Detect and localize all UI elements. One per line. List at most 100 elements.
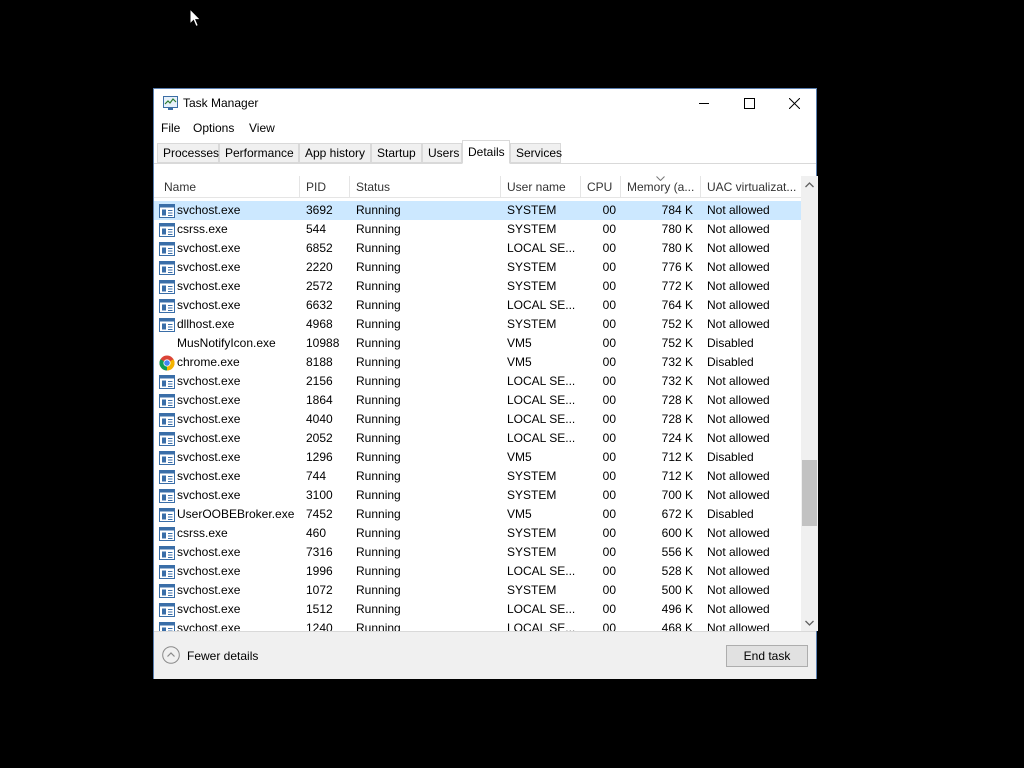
table-row[interactable]: dllhost.exe 4968 Running SYSTEM 00 752 K Not a… bbox=[154, 315, 801, 334]
process-memory: 728 K bbox=[661, 412, 693, 426]
process-status: Running bbox=[356, 336, 401, 350]
process-memory: 752 K bbox=[661, 336, 693, 350]
maximize-icon bbox=[743, 97, 755, 109]
process-pid: 3100 bbox=[306, 488, 333, 502]
process-name: svchost.exe bbox=[177, 621, 241, 631]
process-name: svchost.exe bbox=[177, 450, 241, 464]
service-app-icon bbox=[159, 241, 175, 257]
service-app-icon bbox=[159, 450, 175, 466]
tab-details[interactable]: Details bbox=[462, 140, 510, 164]
process-cpu: 00 bbox=[602, 355, 616, 369]
process-cpu: 00 bbox=[602, 336, 616, 350]
process-status: Running bbox=[356, 393, 401, 407]
process-user: VM5 bbox=[507, 336, 532, 350]
process-cpu: 00 bbox=[602, 241, 616, 255]
process-user: LOCAL SE... bbox=[507, 621, 576, 631]
scroll-thumb[interactable] bbox=[802, 460, 817, 526]
menu-file[interactable]: File bbox=[161, 121, 180, 135]
process-pid: 1296 bbox=[306, 450, 333, 464]
menu-view[interactable]: View bbox=[249, 121, 275, 135]
service-app-icon bbox=[159, 507, 175, 523]
process-cpu: 00 bbox=[602, 298, 616, 312]
table-row[interactable]: svchost.exe 1296 Running VM5 00 712 K Disabled bbox=[154, 448, 801, 467]
scroll-up-button[interactable] bbox=[801, 176, 818, 193]
table-row[interactable]: svchost.exe 7316 Running SYSTEM 00 556 K Not a… bbox=[154, 543, 801, 562]
process-cpu: 00 bbox=[602, 507, 616, 521]
process-pid: 8188 bbox=[306, 355, 333, 369]
tab-startup[interactable]: Startup bbox=[371, 143, 422, 163]
process-pid: 6852 bbox=[306, 241, 333, 255]
chevron-down-icon bbox=[805, 620, 814, 626]
process-status: Running bbox=[356, 355, 401, 369]
process-cpu: 00 bbox=[602, 564, 616, 578]
table-row[interactable]: MusNotifyIcon.exe 10988 Running VM5 00 752 K D… bbox=[154, 334, 801, 353]
process-user: VM5 bbox=[507, 450, 532, 464]
tab-strip: Processes Performance App history Startu… bbox=[154, 140, 816, 164]
table-row[interactable]: svchost.exe 2156 Running LOCAL SE... 00 732 K… bbox=[154, 372, 801, 391]
process-uac: Not allowed bbox=[707, 431, 770, 445]
vertical-scrollbar[interactable] bbox=[801, 176, 818, 631]
table-row[interactable]: csrss.exe 460 Running SYSTEM 00 600 K Not allo… bbox=[154, 524, 801, 543]
menu-options[interactable]: Options bbox=[193, 121, 234, 135]
fewer-details-link[interactable]: Fewer details bbox=[187, 649, 258, 663]
table-row[interactable]: svchost.exe 1240 Running LOCAL SE... 00 468 K… bbox=[154, 619, 801, 631]
process-user: SYSTEM bbox=[507, 222, 557, 236]
close-button[interactable] bbox=[771, 89, 817, 117]
maximize-button[interactable] bbox=[726, 89, 772, 117]
table-row[interactable]: svchost.exe 6852 Running LOCAL SE... 00 780 K… bbox=[154, 239, 801, 258]
process-memory: 712 K bbox=[661, 450, 693, 464]
table-row[interactable]: chrome.exe 8188 Running VM5 00 732 K Disabled bbox=[154, 353, 801, 372]
column-header-pid[interactable]: PID bbox=[300, 176, 350, 198]
title-bar[interactable]: Task Manager bbox=[154, 89, 816, 117]
table-row[interactable]: svchost.exe 3692 Running SYSTEM 00 784 K Not a… bbox=[154, 201, 801, 220]
process-pid: 744 bbox=[306, 469, 327, 483]
end-task-button[interactable]: End task bbox=[726, 645, 808, 667]
table-row[interactable]: svchost.exe 1996 Running LOCAL SE... 00 528 K… bbox=[154, 562, 801, 581]
process-uac: Not allowed bbox=[707, 317, 770, 331]
minimize-button[interactable] bbox=[681, 89, 727, 117]
column-header-user-name[interactable]: User name bbox=[501, 176, 581, 198]
process-pid: 10988 bbox=[306, 336, 340, 350]
table-row[interactable]: svchost.exe 744 Running SYSTEM 00 712 K Not al… bbox=[154, 467, 801, 486]
process-user: LOCAL SE... bbox=[507, 374, 576, 388]
process-pid: 7452 bbox=[306, 507, 333, 521]
tab-services[interactable]: Services bbox=[510, 143, 562, 163]
table-row[interactable]: svchost.exe 4040 Running LOCAL SE... 00 728 K… bbox=[154, 410, 801, 429]
table-row[interactable]: svchost.exe 1072 Running SYSTEM 00 500 K Not a… bbox=[154, 581, 801, 600]
scroll-down-button[interactable] bbox=[801, 614, 818, 631]
process-user: VM5 bbox=[507, 355, 532, 369]
column-header-cpu[interactable]: CPU bbox=[581, 176, 621, 198]
process-status: Running bbox=[356, 488, 401, 502]
process-pid: 1996 bbox=[306, 564, 333, 578]
chevron-up-circle-icon[interactable] bbox=[162, 646, 180, 664]
process-user: SYSTEM bbox=[507, 545, 557, 559]
table-row[interactable]: csrss.exe 544 Running SYSTEM 00 780 K Not allo… bbox=[154, 220, 801, 239]
process-status: Running bbox=[356, 222, 401, 236]
tab-performance[interactable]: Performance bbox=[219, 143, 299, 163]
table-row[interactable]: svchost.exe 3100 Running SYSTEM 00 700 K Not a… bbox=[154, 486, 801, 505]
process-cpu: 00 bbox=[602, 469, 616, 483]
table-row[interactable]: svchost.exe 1512 Running LOCAL SE... 00 496 K… bbox=[154, 600, 801, 619]
process-user: LOCAL SE... bbox=[507, 393, 576, 407]
process-pid: 6632 bbox=[306, 298, 333, 312]
column-header-status[interactable]: Status bbox=[350, 176, 501, 198]
process-status: Running bbox=[356, 317, 401, 331]
process-cpu: 00 bbox=[602, 260, 616, 274]
column-header-name[interactable]: Name bbox=[158, 176, 300, 198]
table-row[interactable]: svchost.exe 2052 Running LOCAL SE... 00 724 K… bbox=[154, 429, 801, 448]
tab-processes[interactable]: Processes bbox=[157, 143, 219, 163]
table-row[interactable]: UserOOBEBroker.exe 7452 Running VM5 00 672 K D… bbox=[154, 505, 801, 524]
column-header-uac[interactable]: UAC virtualizat... bbox=[701, 176, 801, 198]
process-cpu: 00 bbox=[602, 203, 616, 217]
table-row[interactable]: svchost.exe 1864 Running LOCAL SE... 00 728 K… bbox=[154, 391, 801, 410]
task-manager-window: Task Manager File Options View Processes… bbox=[153, 88, 818, 679]
tab-app-history[interactable]: App history bbox=[299, 143, 371, 163]
service-app-icon bbox=[159, 222, 175, 238]
table-row[interactable]: svchost.exe 6632 Running LOCAL SE... 00 764 K… bbox=[154, 296, 801, 315]
process-name: svchost.exe bbox=[177, 583, 241, 597]
process-cpu: 00 bbox=[602, 279, 616, 293]
table-row[interactable]: svchost.exe 2572 Running SYSTEM 00 772 K Not a… bbox=[154, 277, 801, 296]
tab-users[interactable]: Users bbox=[422, 143, 462, 163]
service-app-icon bbox=[159, 469, 175, 485]
table-row[interactable]: svchost.exe 2220 Running SYSTEM 00 776 K Not a… bbox=[154, 258, 801, 277]
